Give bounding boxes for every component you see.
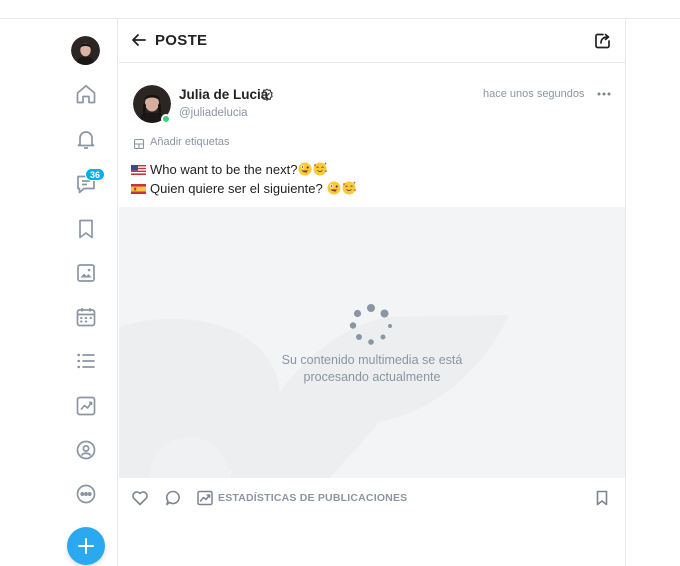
statistics-icon[interactable]	[74, 394, 98, 418]
back-arrow-icon[interactable]	[129, 30, 149, 50]
profile-icon[interactable]	[74, 438, 98, 462]
add-tags-link[interactable]: Añadir etiquetas	[150, 136, 230, 148]
us-flag-icon	[131, 165, 146, 175]
post-actions-bar: ESTADÍSTICAS DE PUBLICACIONES	[119, 478, 625, 518]
zany-face-icon	[298, 162, 312, 176]
comment-icon[interactable]	[164, 489, 182, 507]
post-text-en: Who want to be the next?	[150, 162, 298, 177]
smiling-face-hearts-icon	[313, 162, 328, 176]
share-icon[interactable]	[593, 31, 613, 51]
media-placeholder: Su contenido multimedia se está procesan…	[119, 207, 625, 478]
post-timestamp: hace unos segundos	[483, 88, 585, 100]
post-text-es: Quien quiere ser el siguiente?	[150, 181, 327, 196]
processing-message-line-2: procesando actualmente	[303, 370, 441, 384]
post-header: POSTE	[119, 19, 626, 63]
collections-icon[interactable]	[74, 261, 98, 285]
messages-badge: 36	[85, 168, 106, 181]
tag-icon	[133, 137, 145, 150]
processing-message: Su contenido multimedia se está procesan…	[119, 352, 625, 386]
verified-icon	[260, 88, 274, 102]
post-statistics-link[interactable]: ESTADÍSTICAS DE PUBLICACIONES	[218, 492, 407, 504]
ellipsis-icon[interactable]	[596, 87, 612, 101]
sidebar: 36	[40, 19, 118, 566]
author-handle[interactable]: @juliadelucia	[179, 107, 248, 119]
post-text-line-2: Quien quiere ser el siguiente?	[131, 181, 357, 196]
online-status-indicator	[161, 114, 171, 124]
more-icon[interactable]	[74, 482, 98, 506]
loading-spinner-icon	[349, 304, 392, 345]
post-view: POSTE Julia de Lucia @juliadelucia hace …	[119, 19, 626, 566]
home-icon[interactable]	[74, 82, 98, 106]
author-name[interactable]: Julia de Lucia	[179, 87, 268, 102]
user-avatar[interactable]	[71, 36, 100, 65]
zany-face-icon	[327, 181, 341, 195]
bookmark-icon[interactable]	[74, 217, 98, 241]
lists-icon[interactable]	[74, 349, 98, 373]
calendar-icon[interactable]	[74, 305, 98, 329]
spain-flag-icon	[131, 184, 146, 194]
page-title: POSTE	[155, 32, 208, 49]
processing-message-line-1: Su contenido multimedia se está	[281, 353, 463, 367]
smiling-face-hearts-icon	[342, 181, 357, 195]
like-icon[interactable]	[131, 489, 149, 507]
stats-icon[interactable]	[196, 489, 214, 507]
bell-icon[interactable]	[74, 127, 98, 151]
post-text-line-1: Who want to be the next?	[131, 162, 328, 177]
new-post-button[interactable]	[67, 527, 105, 565]
bookmark-post-icon[interactable]	[593, 489, 611, 507]
